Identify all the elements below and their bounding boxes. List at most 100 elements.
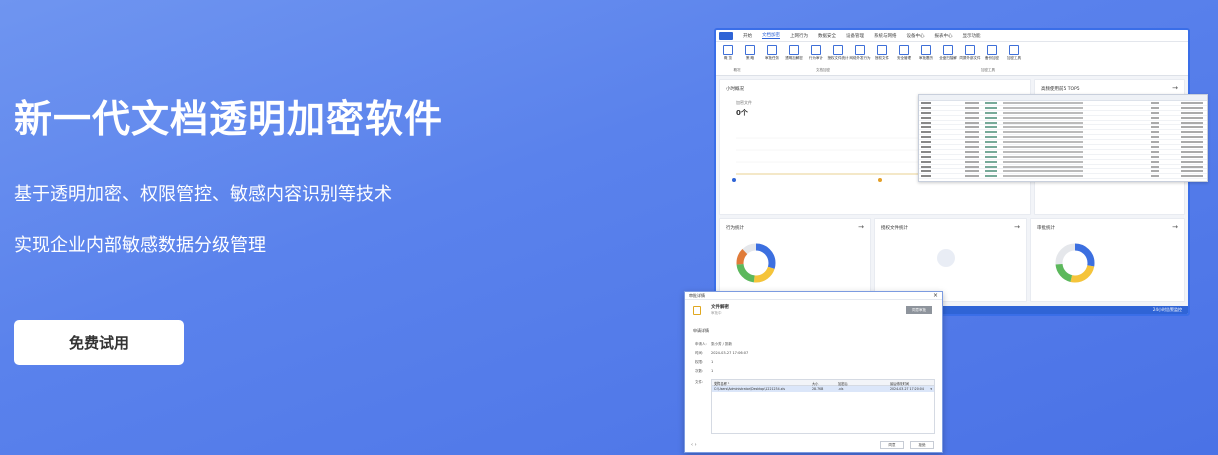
send-icon	[855, 45, 865, 55]
backup-icon	[987, 45, 997, 55]
ribbon-button[interactable]: 加密工具	[1006, 45, 1022, 61]
ribbon-label: 行为审计	[809, 56, 823, 60]
field-value: 1	[711, 369, 714, 373]
free-trial-button[interactable]: 免费试用	[14, 320, 184, 365]
ribbon-button[interactable]: 全盘扫描解	[939, 45, 957, 61]
ribbon-button[interactable]: 策 略	[742, 45, 758, 61]
app-ribbon: 概 览 策 略 审批任务 透明加解密 行为审计 授权文件统计 网络外发行为 授权…	[716, 42, 1188, 76]
ribbon-button[interactable]: 行为审计	[808, 45, 824, 61]
ribbon-label: 网络外发行为	[849, 56, 871, 60]
menu-item[interactable]: 显示功能	[963, 33, 981, 39]
ribbon-button[interactable]: 同屏外部文件	[959, 45, 981, 61]
list-icon	[921, 45, 931, 55]
legend-dot-blue	[732, 178, 736, 182]
audit-panel: 审批统计 →	[1030, 218, 1185, 302]
arrow-right-icon[interactable]: →	[1172, 84, 1178, 92]
ribbon-button[interactable]: 授权文件	[874, 45, 890, 61]
menu-item[interactable]: 报表中心	[935, 33, 953, 39]
audit-panel-title: 审批统计	[1037, 226, 1055, 231]
field-label: 次数:	[695, 369, 704, 373]
behavior-panel-title: 行为统计	[726, 226, 744, 231]
reject-button[interactable]: 拒绝	[910, 441, 934, 449]
hero-subtitle-line1: 基于透明加密、权限管控、敏感内容识别等技术	[14, 184, 392, 205]
ribbon-label: 透明加解密	[785, 56, 803, 60]
ribbon-label: 审批任务	[765, 56, 779, 60]
dialog-title: 审批详情	[689, 293, 705, 298]
table-row[interactable]	[919, 174, 1207, 180]
ribbon-button[interactable]: 审批履历	[918, 45, 934, 61]
ribbon-label: 同屏外部文件	[959, 56, 981, 60]
menu-item[interactable]: 开始	[743, 33, 752, 39]
arrow-right-icon[interactable]: →	[1014, 223, 1020, 231]
field-label: 申请人:	[695, 342, 707, 346]
task-icon	[767, 45, 777, 55]
hero-subtitle-line2: 实现企业内部敏感数据分级管理	[14, 235, 266, 256]
chart-icon	[877, 45, 887, 55]
hero-title: 新一代文档透明加密软件	[14, 97, 444, 141]
sliders-icon	[745, 45, 755, 55]
arrow-right-icon[interactable]: →	[858, 223, 864, 231]
ribbon-button[interactable]: 授权文件统计	[827, 45, 849, 61]
menu-item[interactable]: 设备中心	[907, 33, 925, 39]
menu-item-active[interactable]: 文档加密	[762, 32, 780, 39]
chart-icon	[833, 45, 843, 55]
approve-button[interactable]: 同意	[880, 441, 904, 449]
dialog-state: 审批中	[711, 311, 722, 315]
pagination-arrows[interactable]: ‹ ›	[691, 442, 697, 448]
table-cell: 2024-03-27 17:20:04	[890, 387, 924, 391]
ribbon-group-labels: 概况 文档加密 加密工具	[716, 68, 1188, 75]
home-menu-icon[interactable]	[719, 31, 733, 40]
close-icon[interactable]: ×	[933, 292, 938, 300]
menu-item[interactable]: 数据安全	[818, 33, 836, 39]
files-label: 文件:	[695, 380, 704, 384]
field-label: 权限:	[695, 360, 704, 364]
ribbon-button[interactable]: 备份加密	[984, 45, 1000, 61]
ribbon-label: 概 览	[723, 56, 733, 60]
table-cell: .xls	[838, 387, 844, 391]
approval-dialog: 审批详情 × 文件解密 审批中 同意审批 申请详情 申请人: 张小芳 / 张新 …	[684, 291, 943, 453]
bars-icon	[899, 45, 909, 55]
ribbon-button[interactable]: 透明加解密	[785, 45, 803, 61]
auth-panel: 授权文件统计 →	[874, 218, 1027, 302]
field-value: 张小芳 / 张新	[711, 342, 732, 346]
ribbon-label: 安全管理	[897, 56, 911, 60]
table-cell: 28.7KB	[812, 387, 824, 391]
legend-dot-orange	[878, 178, 882, 182]
approve-action-button[interactable]: 同意审批	[906, 306, 932, 314]
empty-state-icon	[937, 249, 955, 267]
ribbon-button[interactable]: 网络外发行为	[849, 45, 871, 61]
ribbon-label: 授权文件统计	[827, 56, 849, 60]
field-label: 时间:	[695, 351, 704, 355]
behavior-donut-chart	[736, 243, 776, 283]
top-apps-panel-title: 高频使用前5 TOP5	[1041, 87, 1080, 92]
overview-metric-label: 加密文件	[736, 100, 752, 105]
dialog-titlebar: 审批详情 ×	[685, 292, 942, 300]
ribbon-button[interactable]: 安全管理	[896, 45, 912, 61]
field-value: 1	[711, 360, 714, 364]
arrow-right-icon[interactable]: →	[1172, 223, 1178, 231]
ribbon-button[interactable]: 审批任务	[764, 45, 780, 61]
dialog-section-title: 申请详情	[693, 328, 709, 333]
scan-icon	[943, 45, 953, 55]
ribbon-group-label: 概况	[733, 68, 741, 72]
files-table: 文件名称 大小 加密后 最后修改时间 C:\Users\Administrato…	[711, 379, 935, 434]
app-menubar: 开始 文档加密 上网行为 数据安全 设备管理 系统与网络 设备中心 报表中心 显…	[716, 30, 1188, 42]
ribbon-label: 审批履历	[919, 56, 933, 60]
menu-item[interactable]: 上网行为	[790, 33, 808, 39]
ribbon-group-label: 加密工具	[981, 68, 995, 72]
ribbon-label: 加密工具	[1007, 56, 1021, 60]
ribbon-button[interactable]: 概 览	[720, 45, 736, 61]
audit-donut-chart	[1055, 243, 1095, 283]
dashboard: 小时概况 加密文件 0个 高频使用前5 TOP5 → 行为统计 → 授权文件统计…	[716, 76, 1188, 302]
menu-item[interactable]: 系统与网络	[874, 33, 897, 39]
toolbox-icon	[1009, 45, 1019, 55]
dialog-file-name: 文件解密	[711, 305, 729, 310]
table-row[interactable]: C:\Users\Administrator\Desktop\1221234.x…	[712, 386, 934, 392]
menu-item[interactable]: 设备管理	[846, 33, 864, 39]
top-apps-popup	[918, 94, 1208, 182]
ribbon-group-label: 文档加密	[816, 68, 830, 72]
grid-icon	[723, 45, 733, 55]
cube-icon	[789, 45, 799, 55]
chevron-down-icon[interactable]: ▾	[930, 387, 932, 391]
lock-icon	[693, 306, 701, 315]
